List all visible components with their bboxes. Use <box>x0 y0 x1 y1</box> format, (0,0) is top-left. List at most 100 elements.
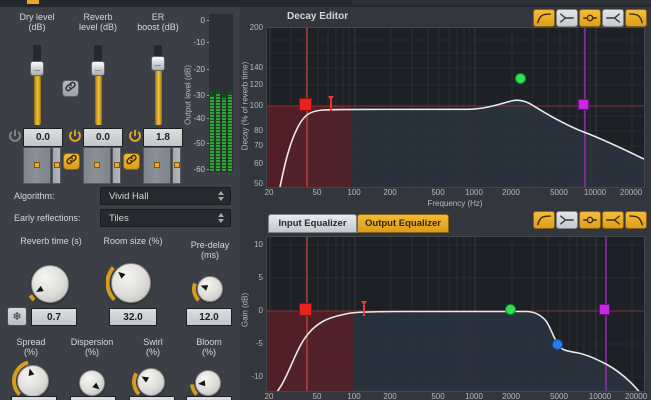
pre-delay-knob[interactable] <box>197 276 223 302</box>
room-size-knob[interactable] <box>111 263 151 303</box>
reverb-slider-track[interactable] <box>95 70 102 125</box>
decay-green-node-handle[interactable] <box>515 73 526 84</box>
decay-ytick: 140 <box>245 63 263 72</box>
freeze-button[interactable]: ❄ <box>7 307 27 326</box>
meter-tick: -40 <box>189 114 205 123</box>
pre-delay-value[interactable]: 12.0 <box>186 308 232 326</box>
eq-bell-button[interactable] <box>579 211 601 229</box>
snowflake-icon: ❄ <box>12 310 21 323</box>
pan-link-button-2[interactable] <box>123 153 140 170</box>
eq-lowpass-button[interactable] <box>625 211 647 229</box>
eq-filter-buttons <box>533 211 647 229</box>
meter-bar <box>216 94 220 171</box>
er-boost-label: ER boost (dB) <box>126 12 190 32</box>
decay-highpass-button[interactable] <box>533 9 555 27</box>
meter-tick: -10 <box>189 38 205 47</box>
output-equalizer-tab[interactable]: Output Equalizer <box>357 214 449 233</box>
room-size-value[interactable]: 32.0 <box>109 308 157 326</box>
dry-pan-strip-dot[interactable] <box>54 162 60 168</box>
eq-ytick: -10 <box>245 372 263 381</box>
decay-filter-buttons <box>533 9 647 27</box>
decay-lowshelf-button[interactable] <box>556 9 578 27</box>
decay-ytick: 70 <box>245 141 263 150</box>
bloom-value-box[interactable] <box>186 396 232 400</box>
input-equalizer-tab[interactable]: Input Equalizer <box>268 214 357 233</box>
decay-ytick: 120 <box>245 80 263 89</box>
early-reflections-dropdown[interactable]: Tiles <box>100 209 231 227</box>
spread-label-line1: Spread <box>16 337 45 347</box>
eq-xtick: 20000 <box>625 392 647 400</box>
decay-magenta-node-handle[interactable] <box>578 99 589 110</box>
reverb-slider-thumb[interactable] <box>91 61 105 76</box>
er-boost-value[interactable]: 1.8 <box>143 128 183 147</box>
er-slider-track[interactable] <box>155 65 162 125</box>
dry-slider-track[interactable] <box>34 70 41 125</box>
logo-fragment <box>27 0 39 4</box>
er-pan-strip-dot[interactable] <box>174 162 180 168</box>
decay-bell-button[interactable] <box>579 9 601 27</box>
er-power-icon[interactable] <box>128 129 142 143</box>
algorithm-dropdown[interactable]: Vivid Hall <box>100 187 231 205</box>
dispersion-knob[interactable] <box>79 370 105 396</box>
decay-lowpass-button[interactable] <box>625 9 647 27</box>
meter-bar <box>228 95 232 171</box>
pan-link-button-1[interactable] <box>63 153 80 170</box>
eq-red-node-handle[interactable] <box>299 303 312 316</box>
dry-level-label-line2: (dB) <box>28 22 45 32</box>
reverb-time-value[interactable]: 0.7 <box>31 308 77 326</box>
meter-tick: -20 <box>189 65 205 74</box>
decay-ytick: 100 <box>245 101 263 110</box>
spread-label: Spread (%) <box>8 337 54 357</box>
eq-highpass-button[interactable] <box>533 211 555 229</box>
link-icon <box>64 80 77 98</box>
er-slider-thumb[interactable] <box>151 56 165 71</box>
dry-slider-thumb[interactable] <box>30 61 44 76</box>
spinner-arrows-icon[interactable] <box>218 191 224 201</box>
swirl-knob[interactable] <box>137 368 165 396</box>
eq-xtick: 20 <box>265 392 274 400</box>
reverb-power-icon[interactable] <box>68 129 82 143</box>
eq-green-node-handle[interactable] <box>505 304 516 315</box>
dry-reverb-link-button[interactable] <box>62 80 79 97</box>
dry-level-value[interactable]: 0.0 <box>23 128 63 147</box>
reverb-time-knob[interactable] <box>31 265 69 303</box>
spread-knob[interactable] <box>17 365 49 397</box>
algorithm-value: Vivid Hall <box>109 191 148 202</box>
meter-tick: -50 <box>189 139 205 148</box>
eq-curve-canvas <box>267 237 644 391</box>
eq-lowshelf-button[interactable] <box>556 211 578 229</box>
reverb-pan-dot[interactable] <box>94 162 100 168</box>
eq-blue-node-handle[interactable] <box>552 339 563 350</box>
reverb-time-label: Reverb time (s) <box>6 236 96 246</box>
dispersion-label-line1: Dispersion <box>71 337 114 347</box>
decay-ytick: 50 <box>245 179 263 188</box>
decay-xtick: 100 <box>347 188 360 197</box>
eq-highshelf-button[interactable] <box>602 211 624 229</box>
decay-highshelf-button[interactable] <box>602 9 624 27</box>
pre-delay-label-line1: Pre-delay <box>191 240 230 250</box>
eq-magenta-node-handle[interactable] <box>599 304 610 315</box>
knob-pointer <box>27 368 35 376</box>
reverb-pan-strip-dot[interactable] <box>114 162 120 168</box>
eq-xtick: 2000 <box>502 392 520 400</box>
bloom-label-line2: (%) <box>202 347 216 357</box>
early-reflections-value: Tiles <box>109 213 129 224</box>
dry-pan-dot[interactable] <box>34 162 40 168</box>
dry-power-icon[interactable] <box>8 129 22 143</box>
reverb-level-value[interactable]: 0.0 <box>83 128 123 147</box>
swirl-value-box[interactable] <box>129 396 175 400</box>
link-icon <box>125 153 138 171</box>
knob-pointer <box>116 270 125 279</box>
er-pan-dot[interactable] <box>154 162 160 168</box>
bloom-knob[interactable] <box>195 370 221 396</box>
eq-xtick: 10000 <box>589 392 611 400</box>
equalizer-plot[interactable] <box>266 236 645 392</box>
dispersion-value-box[interactable] <box>70 396 116 400</box>
decay-red-node-handle[interactable] <box>299 98 312 111</box>
decay-xtick: 500 <box>431 188 444 197</box>
reverb-level-label-line2: level (dB) <box>79 22 117 32</box>
decay-ytick: 60 <box>245 159 263 168</box>
spread-value-box[interactable] <box>11 396 57 400</box>
spinner-arrows-icon[interactable] <box>218 213 224 223</box>
dry-level-label: Dry level (dB) <box>4 12 70 32</box>
